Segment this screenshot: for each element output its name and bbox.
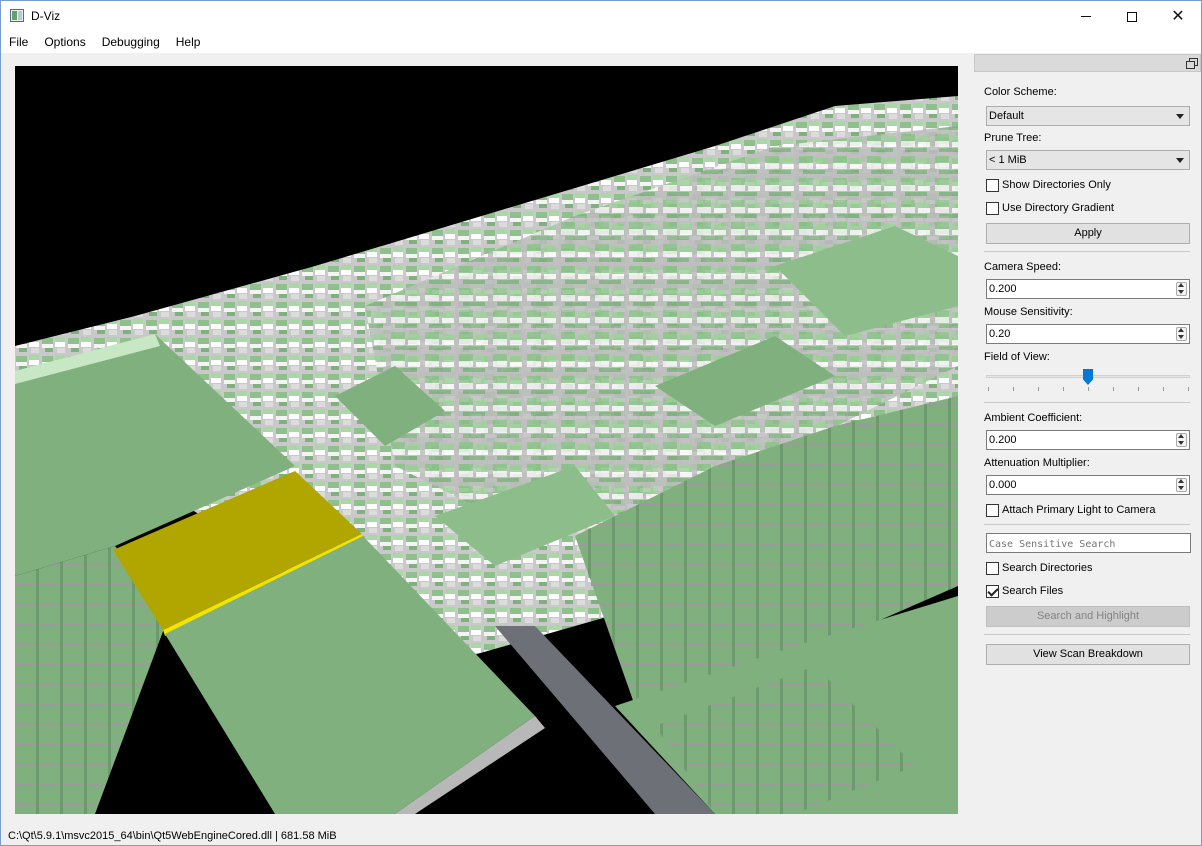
checkbox-box	[986, 178, 999, 192]
app-window: D-Viz ✕ File Options Debugging Help Colo…	[0, 0, 1202, 846]
ambient-coefficient-label: Ambient Coefficient:	[984, 412, 1083, 424]
slider-tick	[1038, 387, 1039, 391]
checkbox-label: Use Directory Gradient	[1002, 202, 1114, 214]
maximize-button[interactable]	[1109, 1, 1155, 32]
color-scheme-combo[interactable]: Default	[986, 106, 1190, 126]
checkbox-label: Show Directories Only	[1002, 179, 1111, 191]
slider-tick	[1088, 387, 1089, 391]
attenuation-multiplier-spinbox[interactable]: 0.000	[986, 475, 1190, 495]
panel-header	[974, 54, 1201, 72]
float-panel-icon[interactable]	[1186, 58, 1198, 69]
search-files-checkbox[interactable]: Search Files	[986, 583, 1063, 599]
separator	[984, 402, 1190, 403]
prune-tree-combo[interactable]: < 1 MiB	[986, 150, 1190, 170]
chevron-down-icon	[1176, 114, 1184, 119]
menu-help[interactable]: Help	[168, 32, 209, 53]
checkbox-box	[986, 584, 999, 598]
checkbox-box	[986, 561, 999, 575]
slider-tick	[1188, 387, 1189, 391]
ambient-coefficient-spinbox[interactable]: 0.200	[986, 430, 1190, 450]
apply-button[interactable]: Apply	[986, 223, 1190, 244]
spin-up-icon	[1178, 434, 1184, 438]
menu-debugging[interactable]: Debugging	[94, 32, 168, 53]
use-directory-gradient-checkbox[interactable]: Use Directory Gradient	[986, 200, 1114, 216]
menu-options[interactable]: Options	[36, 32, 93, 53]
menu-file[interactable]: File	[1, 32, 36, 53]
color-scheme-label: Color Scheme:	[984, 86, 1057, 98]
slider-tick	[1138, 387, 1139, 391]
prune-tree-label: Prune Tree:	[984, 132, 1042, 144]
checkbox-box	[986, 503, 999, 517]
spin-up-icon	[1178, 328, 1184, 332]
app-icon	[10, 9, 24, 22]
separator	[984, 524, 1190, 525]
title-bar[interactable]: D-Viz ✕	[1, 1, 1201, 32]
close-button[interactable]: ✕	[1155, 1, 1201, 32]
close-icon: ✕	[1171, 7, 1185, 25]
spin-down-icon	[1178, 335, 1184, 339]
field-of-view-label: Field of View:	[984, 351, 1050, 363]
mouse-sensitivity-label: Mouse Sensitivity:	[984, 306, 1073, 318]
spin-arrows[interactable]	[1176, 433, 1187, 447]
window-title: D-Viz	[31, 9, 61, 23]
slider-tick	[1063, 387, 1064, 391]
checkbox-label: Attach Primary Light to Camera	[1002, 504, 1156, 516]
attenuation-multiplier-label: Attenuation Multiplier:	[984, 457, 1090, 469]
camera-speed-label: Camera Speed:	[984, 261, 1062, 273]
attenuation-multiplier-value: 0.000	[989, 479, 1017, 491]
show-directories-only-checkbox[interactable]: Show Directories Only	[986, 177, 1111, 193]
attach-primary-light-checkbox[interactable]: Attach Primary Light to Camera	[986, 502, 1155, 518]
checkbox-label: Search Directories	[1002, 562, 1093, 574]
view-scan-breakdown-button[interactable]: View Scan Breakdown	[986, 644, 1190, 665]
spin-arrows[interactable]	[1176, 478, 1187, 492]
spin-down-icon	[1178, 441, 1184, 445]
color-scheme-value: Default	[989, 110, 1024, 122]
checkbox-label: Search Files	[1002, 585, 1064, 597]
prune-tree-value: < 1 MiB	[989, 154, 1027, 166]
maximize-icon	[1127, 11, 1137, 22]
spin-up-icon	[1178, 479, 1184, 483]
slider-tick	[988, 387, 989, 391]
menu-bar: File Options Debugging Help	[1, 32, 1201, 53]
treemap-scene	[15, 66, 958, 814]
spin-down-icon	[1178, 486, 1184, 490]
slider-tick	[1113, 387, 1114, 391]
search-and-highlight-button[interactable]: Search and Highlight	[986, 606, 1190, 627]
slider-tick	[1163, 387, 1164, 391]
separator	[984, 634, 1190, 635]
mouse-sensitivity-spinbox[interactable]: 0.20	[986, 324, 1190, 344]
mouse-sensitivity-value: 0.20	[989, 328, 1011, 340]
status-bar: C:\Qt\5.9.1\msvc2015_64\bin\Qt5WebEngine…	[8, 830, 337, 842]
search-input[interactable]	[986, 533, 1191, 553]
slider-tick	[1013, 387, 1014, 391]
minimize-button[interactable]	[1063, 1, 1109, 32]
camera-speed-value: 0.200	[989, 283, 1017, 295]
minimize-icon	[1081, 16, 1091, 17]
camera-speed-spinbox[interactable]: 0.200	[986, 279, 1190, 299]
ambient-coefficient-value: 0.200	[989, 434, 1017, 446]
spin-arrows[interactable]	[1176, 282, 1187, 296]
chevron-down-icon	[1176, 158, 1184, 163]
spin-up-icon	[1178, 283, 1184, 287]
spin-down-icon	[1178, 290, 1184, 294]
spin-arrows[interactable]	[1176, 327, 1187, 341]
search-directories-checkbox[interactable]: Search Directories	[986, 560, 1092, 576]
separator	[984, 251, 1190, 252]
settings-panel: Color Scheme: Default Prune Tree: < 1 Mi…	[974, 54, 1202, 824]
treemap-3d-viewport[interactable]	[15, 66, 958, 814]
slider-thumb[interactable]	[1083, 369, 1093, 385]
checkbox-box	[986, 201, 999, 215]
